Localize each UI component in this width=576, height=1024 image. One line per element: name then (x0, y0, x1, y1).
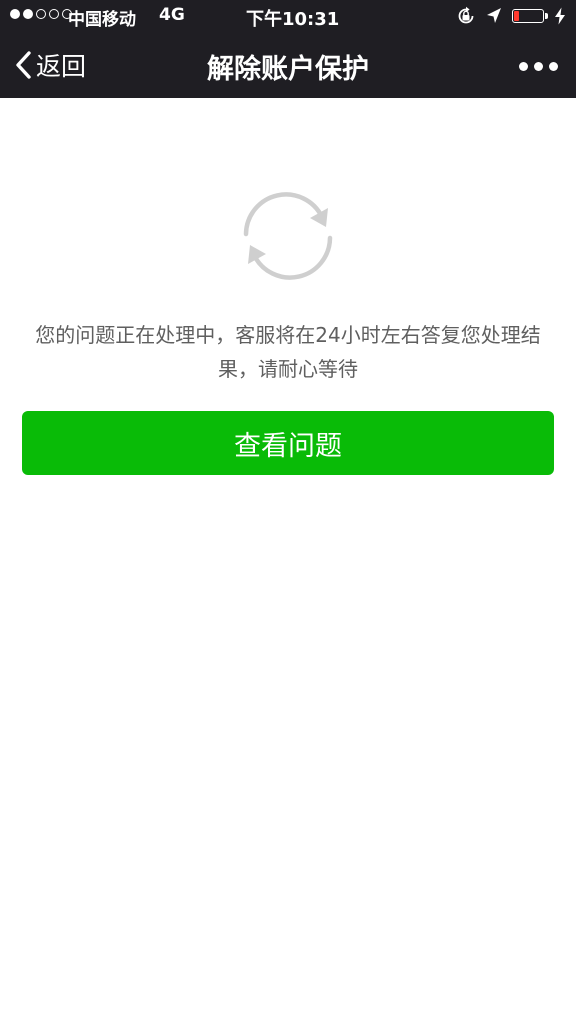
charging-bolt-icon (555, 7, 565, 25)
orientation-lock-icon (458, 6, 474, 24)
battery-level (514, 11, 519, 21)
signal-dot (36, 9, 46, 19)
status-time: 下午10:31 (246, 9, 340, 30)
refresh-icon (243, 192, 333, 280)
navigation-bar: 返回 解除账户保护 (0, 32, 576, 98)
view-issue-button[interactable]: 查看问题 (22, 411, 554, 475)
battery-icon (512, 9, 548, 23)
top-bar: 中国移动 4G 下午10:31 返回 解除账户保护 (0, 0, 576, 98)
more-dots-icon (534, 62, 543, 71)
status-icons (456, 6, 566, 26)
location-arrow-icon (487, 8, 501, 23)
network-type: 4G (159, 5, 185, 25)
page-title: 解除账户保护 (207, 54, 369, 85)
more-dots-icon (519, 62, 528, 71)
signal-strength (10, 9, 72, 19)
more-button[interactable] (519, 62, 558, 71)
signal-dot (49, 9, 59, 19)
status-bar: 中国移动 4G 下午10:31 (0, 0, 576, 32)
status-message: 您的问题正在处理中，客服将在24小时左右答复您处理结果，请耐心等待 (35, 323, 541, 381)
carrier-name: 中国移动 (68, 10, 136, 30)
signal-dot (10, 9, 20, 19)
more-dots-icon (549, 62, 558, 71)
main-content: 您的问题正在处理中，客服将在24小时左右答复您处理结果，请耐心等待 查看问题 (0, 98, 576, 1024)
signal-dot (23, 9, 33, 19)
